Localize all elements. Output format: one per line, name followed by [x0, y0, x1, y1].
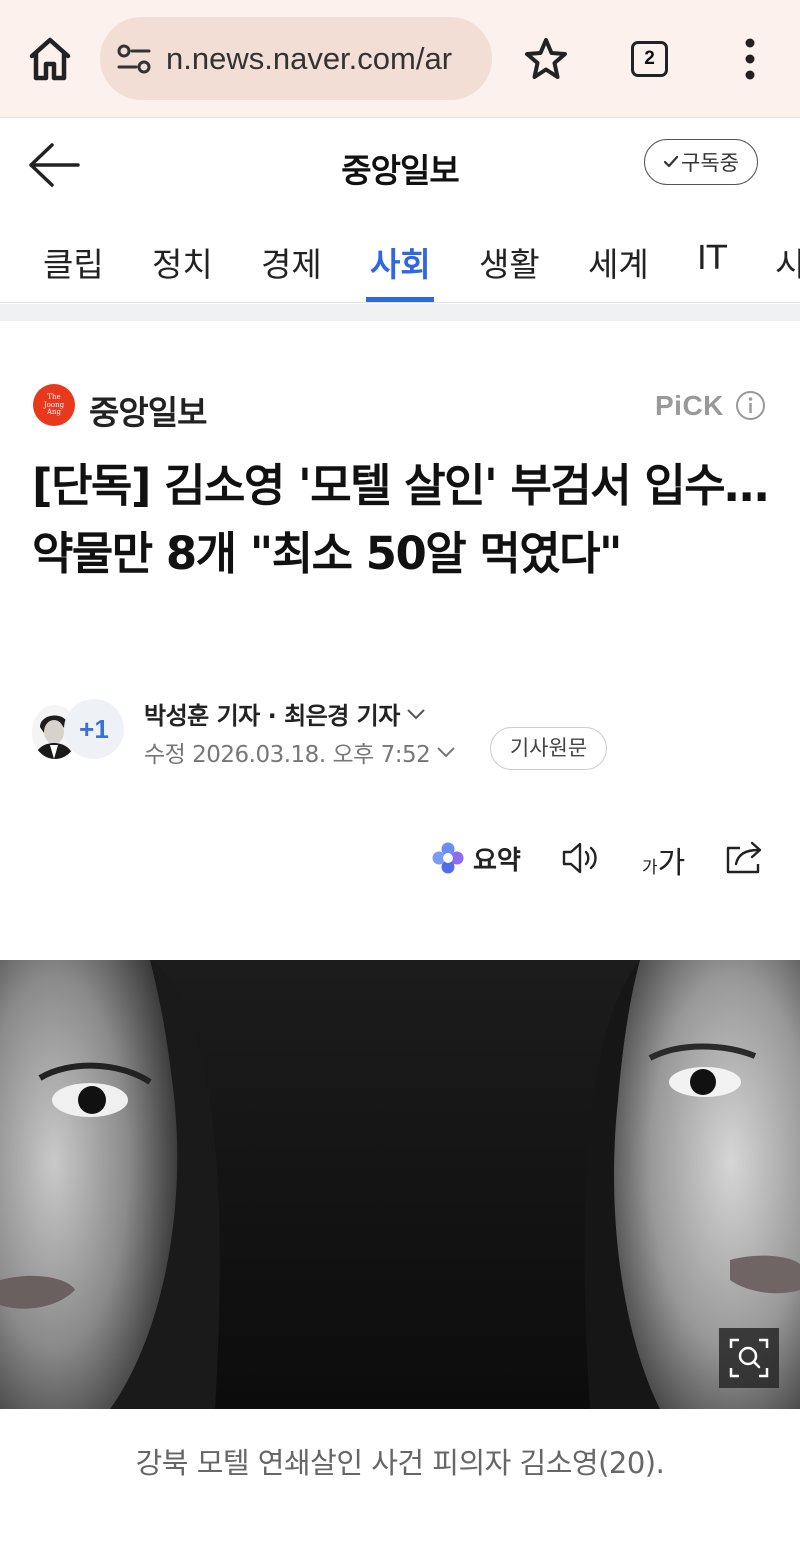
press-row: The Joong Ang 중앙일보 PiCK [33, 382, 768, 432]
subscribe-label: 구독중 [681, 151, 739, 175]
font-size-big: 가 [657, 846, 686, 881]
browser-toolbar: n.news.naver.com/ar 2 [0, 0, 800, 118]
article-headline: [단독] 김소영 '모텔 살인' 부검서 입수…약물만 8개 "최소 50알 먹… [32, 459, 769, 580]
app-header: 중앙일보 구독중 [0, 118, 800, 213]
tab-politics[interactable]: 정치 [152, 238, 213, 286]
chevron-down-icon [407, 708, 425, 719]
original-article-button[interactable]: 기사원문 [490, 727, 607, 770]
tab-world[interactable]: 세계 [588, 238, 649, 286]
active-tab-indicator [366, 297, 434, 302]
address-bar[interactable]: n.news.naver.com/ar [100, 17, 492, 100]
reporter-names[interactable]: 박성훈 기자 · 최은경 기자 [144, 696, 426, 731]
tab-society[interactable]: 사회 [370, 238, 431, 286]
tab-switcher-icon[interactable]: 2 [631, 41, 668, 77]
summary-button[interactable]: 요약 [431, 840, 521, 876]
press-logo[interactable]: The Joong Ang [33, 384, 75, 426]
reporter-names-text: 박성훈 기자 · 최은경 기자 [144, 702, 400, 730]
category-tabs: 클립 정치 경제 사회 생활 세계 IT 시 [0, 213, 800, 303]
subscribe-button[interactable]: 구독중 [644, 139, 758, 185]
photo-caption: 강북 모텔 연쇄살인 사건 피의자 김소영(20). [135, 1446, 665, 1480]
share-icon[interactable] [724, 838, 766, 876]
tab-it[interactable]: IT [697, 238, 727, 277]
overflow-menu-icon[interactable] [736, 36, 764, 82]
pick-label: PiCK [655, 390, 724, 421]
photo-zoom-button[interactable] [719, 1328, 779, 1388]
info-icon[interactable] [735, 390, 766, 421]
speaker-icon[interactable] [560, 840, 602, 876]
tab-life[interactable]: 생활 [479, 238, 540, 286]
byline: +1 박성훈 기자 · 최은경 기자 수정 2026.03.18. 오후 7:5… [32, 693, 772, 773]
more-reporters-badge[interactable]: +1 [64, 699, 124, 759]
chevron-down-icon [437, 747, 455, 758]
bookmark-star-icon[interactable] [522, 36, 570, 82]
ai-summary-icon [432, 842, 464, 874]
site-settings-icon[interactable] [116, 41, 152, 77]
home-icon[interactable] [22, 34, 78, 84]
summary-label: 요약 [473, 845, 521, 876]
tab-economy[interactable]: 경제 [261, 238, 322, 286]
zoom-icon [729, 1338, 769, 1378]
modified-date-text: 수정 2026.03.18. 오후 7:52 [144, 742, 431, 768]
article-photo-image [0, 960, 800, 1409]
article-toolbar: 요약 가가 [0, 834, 800, 884]
font-size-button[interactable]: 가가 [642, 838, 685, 882]
section-divider [0, 304, 800, 321]
url-text[interactable]: n.news.naver.com/ar [166, 41, 452, 77]
press-name[interactable]: 중앙일보 [89, 386, 207, 434]
article-photo[interactable] [0, 960, 800, 1409]
check-icon [663, 155, 679, 168]
modified-date[interactable]: 수정 2026.03.18. 오후 7:52 [144, 735, 456, 769]
tab-clip[interactable]: 클립 [43, 238, 104, 286]
tab-more[interactable]: 시 [775, 238, 800, 286]
font-size-small: 가 [642, 858, 658, 878]
